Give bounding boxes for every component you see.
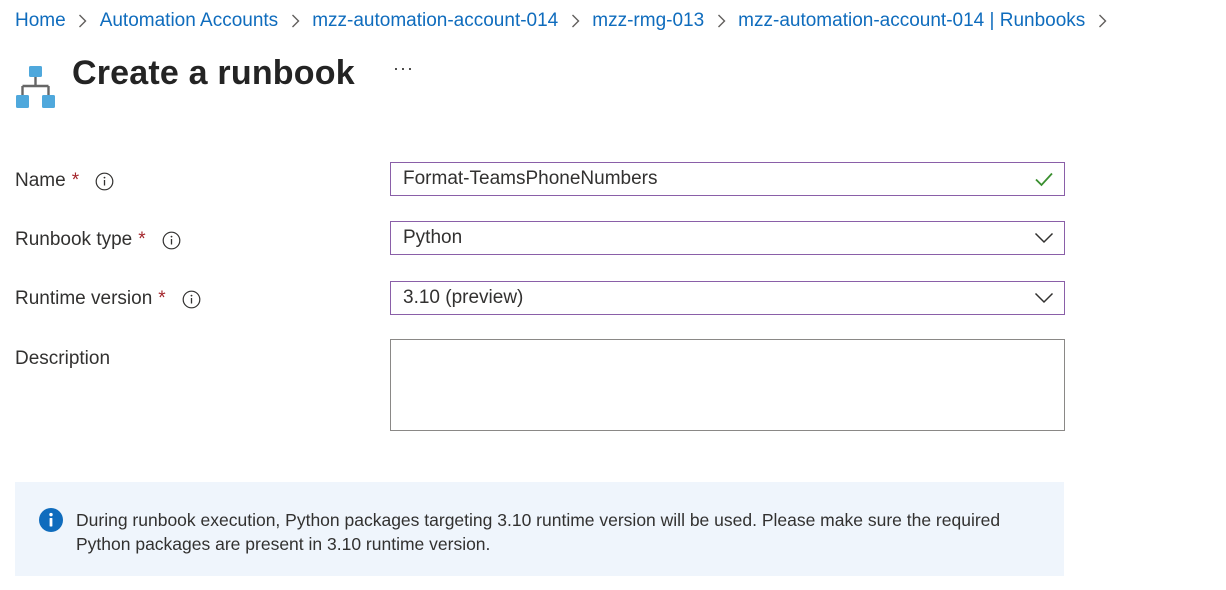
runtime-version-label-row: Runtime version * <box>15 286 201 312</box>
required-marker: * <box>71 170 80 191</box>
chevron-down-icon <box>1034 292 1054 304</box>
runtime-version-dropdown[interactable]: 3.10 (preview) <box>390 281 1065 315</box>
checkmark-icon <box>1034 171 1054 187</box>
more-options-button[interactable]: ··· <box>393 58 414 79</box>
info-filled-icon <box>39 508 63 532</box>
page-title: Create a runbook <box>72 53 355 92</box>
runbook-type-label-row: Runbook type * <box>15 227 181 253</box>
breadcrumb-automation-accounts[interactable]: Automation Accounts <box>100 10 279 32</box>
breadcrumb-runbooks[interactable]: mzz-automation-account-014 | Runbooks <box>738 10 1085 32</box>
description-label: Description <box>15 348 111 369</box>
runbook-type-value: Python <box>403 227 463 248</box>
required-marker: * <box>138 229 146 250</box>
name-input[interactable]: Format-TeamsPhoneNumbers <box>390 162 1065 196</box>
breadcrumb-resource-group[interactable]: mzz-rmg-013 <box>592 10 704 32</box>
info-icon[interactable] <box>182 290 201 309</box>
runtime-version-label: Runtime version <box>15 288 153 309</box>
chevron-right-icon <box>1085 14 1119 28</box>
breadcrumb: Home Automation Accounts mzz-automation-… <box>15 8 1119 34</box>
runtime-version-value: 3.10 (preview) <box>403 287 524 308</box>
name-label: Name <box>15 170 66 191</box>
breadcrumb-home[interactable]: Home <box>15 10 66 32</box>
chevron-right-icon <box>66 14 100 28</box>
breadcrumb-automation-account[interactable]: mzz-automation-account-014 <box>312 10 558 32</box>
name-input-value: Format-TeamsPhoneNumbers <box>403 168 658 189</box>
info-banner: During runbook execution, Python package… <box>15 482 1064 576</box>
required-marker: * <box>158 288 166 309</box>
info-icon[interactable] <box>95 172 114 191</box>
chevron-right-icon <box>704 14 738 28</box>
info-banner-text: During runbook execution, Python package… <box>76 510 1001 554</box>
chevron-right-icon <box>278 14 312 28</box>
name-label-row: Name * <box>15 168 114 194</box>
chevron-right-icon <box>558 14 592 28</box>
runbook-hierarchy-icon <box>16 66 55 108</box>
info-icon[interactable] <box>162 231 181 250</box>
page-header: Create a runbook <box>15 50 355 108</box>
runbook-type-label: Runbook type <box>15 229 133 250</box>
description-label-row: Description <box>15 346 110 372</box>
runbook-type-dropdown[interactable]: Python <box>390 221 1065 255</box>
description-textarea[interactable] <box>390 339 1065 431</box>
chevron-down-icon <box>1034 232 1054 244</box>
